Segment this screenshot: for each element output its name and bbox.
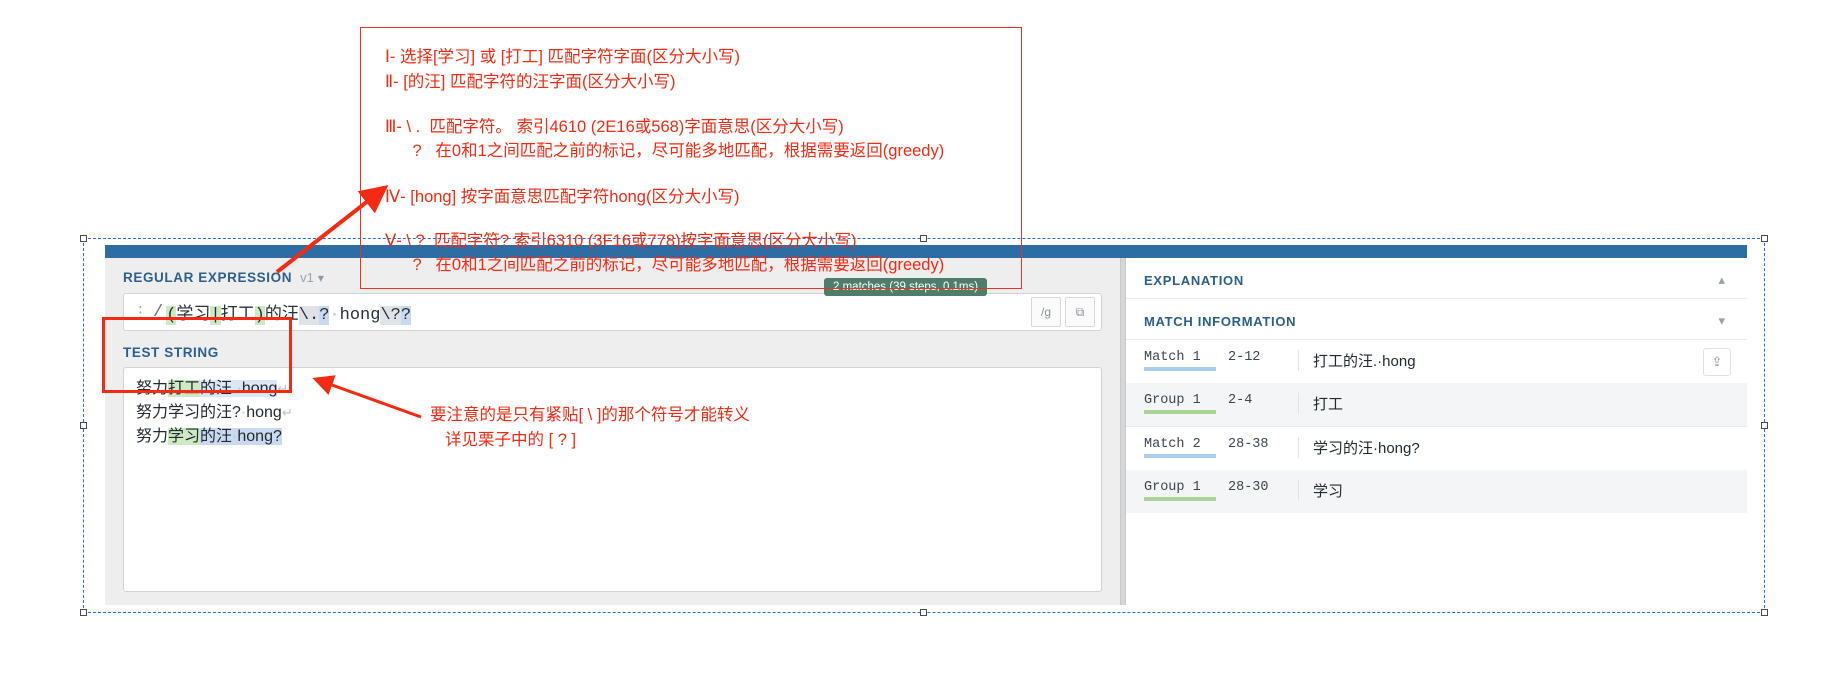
annotation-bottom-note-1: 要注意的是只有紧贴[ \ ]的那个符号才能转义: [430, 406, 750, 424]
match-count-badge: 2 matches (39 steps, 0.1ms): [824, 278, 988, 296]
table-row[interactable]: Group 1 2-4 打工: [1126, 383, 1747, 426]
export-matches-button[interactable]: ⇪: [1703, 348, 1731, 376]
resize-handle-e[interactable]: [1761, 421, 1768, 429]
match-value: 打工的汪.·hong: [1298, 350, 1416, 371]
table-row[interactable]: Group 1 28-30 学习: [1126, 470, 1747, 513]
match-range: 2-12: [1228, 350, 1261, 365]
screenshot-root: REGULAR EXPRESSION v1 ▾ ⋮ / (学习|打工)的汪\.?·h…: [0, 0, 1838, 688]
resize-handle-ne[interactable]: [1761, 235, 1768, 242]
annotation-line-1: Ⅰ- 选择[学习] 或 [打工] 匹配字符字面(区分大小写): [385, 48, 741, 66]
match-range: 28-38: [1228, 437, 1269, 452]
resize-handle-nw[interactable]: [80, 235, 87, 242]
regex-flags-button[interactable]: /g: [1031, 297, 1061, 327]
match-information-title: MATCH INFORMATION: [1144, 313, 1297, 329]
regex-tester-window: REGULAR EXPRESSION v1 ▾ ⋮ / (学习|打工)的汪\.?·h…: [105, 245, 1747, 605]
chevron-up-icon[interactable]: ▴: [1718, 272, 1725, 288]
match-label: Match 2: [1144, 437, 1216, 458]
group-label: Group 1: [1144, 480, 1216, 501]
group-value: 打工: [1298, 393, 1343, 414]
test-string-input[interactable]: 努力打工的汪.·hong↵ 努力学习的汪?·hong↵ 努力学习的汪·hong?: [123, 367, 1102, 592]
resize-handle-n[interactable]: [920, 235, 927, 242]
regex-tools: /g ⧉: [1031, 297, 1095, 327]
group-range: 28-30: [1228, 480, 1269, 495]
group-value: 学习: [1298, 480, 1343, 501]
match-value: 学习的汪·hong?: [1298, 437, 1420, 458]
chevron-down-icon[interactable]: ▾: [318, 271, 325, 285]
resize-handle-w[interactable]: [80, 421, 87, 429]
annotation-line-2: Ⅱ- [的汪] 匹配字符的汪字面(区分大小写): [385, 73, 676, 91]
annotation-bottom-note-2: 详见栗子中的 [ ? ]: [445, 431, 577, 449]
group-range: 2-4: [1228, 393, 1253, 408]
annotation-line-5: Ⅳ- [hong] 按字面意思匹配字符hong(区分大小写): [385, 188, 740, 206]
annotation-line-6: Ⅴ- \ ? 匹配字符? 索引6310 (3F16或778)按字面意思(区分大小…: [385, 232, 857, 250]
regex-copy-button[interactable]: ⧉: [1065, 297, 1095, 327]
match-information-table: ⇪ Match 1 2-12 打工的汪.·hong Group 1 2-4 打工…: [1126, 340, 1747, 513]
table-row[interactable]: Match 1 2-12 打工的汪.·hong: [1126, 340, 1747, 383]
right-pane: EXPLANATION ▴ MATCH INFORMATION ▾ ⇪ Matc…: [1126, 258, 1747, 605]
match-information-header[interactable]: MATCH INFORMATION ▾: [1126, 299, 1747, 340]
match-label: Match 1: [1144, 350, 1216, 371]
resize-handle-se[interactable]: [1761, 609, 1768, 616]
explanation-header[interactable]: EXPLANATION ▴: [1126, 258, 1747, 299]
annotation-highlight-rect: [102, 317, 292, 393]
table-row[interactable]: Match 2 28-38 学习的汪·hong?: [1126, 426, 1747, 470]
annotation-line-7: ? 在0和1之间匹配之前的标记，尽可能多地匹配，根据需要返回(greedy): [385, 256, 945, 274]
resize-handle-s[interactable]: [920, 609, 927, 616]
regular-expression-label-text: REGULAR EXPRESSION: [123, 270, 293, 285]
chevron-down-icon[interactable]: ▾: [1718, 313, 1725, 329]
test-string-line: 努力学习的汪·hong?: [136, 428, 282, 445]
group-label: Group 1: [1144, 393, 1216, 414]
resize-handle-sw[interactable]: [80, 609, 87, 616]
explanation-title: EXPLANATION: [1144, 272, 1244, 288]
left-pane: REGULAR EXPRESSION v1 ▾ ⋮ / (学习|打工)的汪\.?·h…: [105, 258, 1120, 605]
annotation-line-3: Ⅲ- \ . 匹配字符。 索引4610 (2E16或568)字面意思(区分大小写…: [385, 118, 844, 136]
regex-version-label[interactable]: v1: [300, 270, 314, 285]
app-body: REGULAR EXPRESSION v1 ▾ ⋮ / (学习|打工)的汪\.?·h…: [105, 258, 1747, 605]
annotation-line-4: ? 在0和1之间匹配之前的标记，尽可能多地匹配，根据需要返回(greedy): [385, 142, 945, 160]
